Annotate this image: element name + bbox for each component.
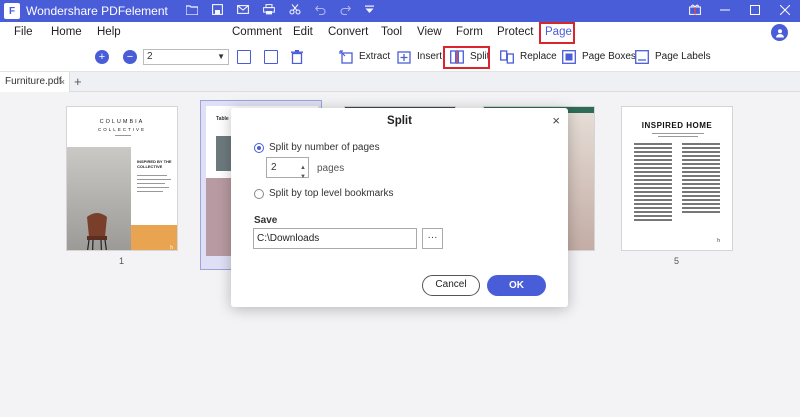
- page1-mark: h: [170, 245, 173, 251]
- menu-home[interactable]: Home: [51, 26, 82, 38]
- page1-heading: INSPIRED BY THE COLLECTIVE: [137, 159, 172, 169]
- page1-title: COLUMBIA: [99, 119, 145, 125]
- extract-icon[interactable]: [339, 50, 353, 64]
- orange-block: h: [131, 225, 177, 251]
- cancel-button[interactable]: Cancel: [422, 275, 480, 296]
- split-by-bookmarks-radio[interactable]: [254, 189, 264, 199]
- page-thumbnail-1[interactable]: COLUMBIA COLLECTIVE INSPIRED BY THE COLL…: [66, 106, 178, 251]
- tab-close-icon[interactable]: ×: [60, 72, 65, 92]
- split-by-pages-radio[interactable]: [254, 143, 264, 153]
- text-line: [137, 179, 171, 180]
- ok-button[interactable]: OK: [487, 275, 546, 296]
- app-logo-icon: F: [4, 3, 20, 19]
- tab-furniture-pdf[interactable]: Furniture.pdf ×: [0, 72, 70, 92]
- page-thumbnail-5[interactable]: INSPIRED HOME h: [621, 106, 733, 251]
- pages-unit-label: pages: [317, 163, 345, 174]
- document-tab-bar: Furniture.pdf × +: [0, 72, 800, 92]
- page-number-select[interactable]: 2 ▼: [143, 49, 229, 65]
- close-icon[interactable]: [770, 0, 800, 22]
- page5-mark: h: [717, 238, 720, 244]
- app-title: Wondershare PDFelement: [26, 4, 168, 18]
- page-boxes-icon[interactable]: [562, 50, 576, 64]
- menu-tool[interactable]: Tool: [381, 26, 402, 38]
- rotate-left-icon[interactable]: [237, 50, 251, 64]
- menu-convert[interactable]: Convert: [328, 26, 368, 38]
- page-number-1: 1: [119, 256, 125, 266]
- add-tab-icon[interactable]: +: [74, 74, 82, 89]
- page2-caption: Table: [216, 116, 229, 122]
- redo-icon[interactable]: [340, 5, 351, 18]
- menu-bar: File Home Help Comment Edit Convert Tool…: [0, 22, 800, 44]
- undo-icon[interactable]: [314, 5, 326, 18]
- menu-protect[interactable]: Protect: [497, 26, 533, 38]
- menu-form[interactable]: Form: [456, 26, 483, 38]
- print-icon[interactable]: [262, 4, 275, 18]
- text-line: [137, 187, 169, 188]
- quick-access-toolbar: [185, 4, 374, 18]
- page-boxes-button[interactable]: Page Boxes: [582, 51, 636, 62]
- save-label: Save: [254, 215, 278, 226]
- menu-view[interactable]: View: [417, 26, 442, 38]
- rotate-right-icon[interactable]: [264, 50, 278, 64]
- menu-comment[interactable]: Comment: [232, 26, 282, 38]
- save-path-input[interactable]: C:\Downloads: [253, 228, 417, 249]
- split-by-bookmarks-label: Split by top level bookmarks: [269, 188, 394, 199]
- page-number-value: 2: [147, 51, 153, 62]
- chair-photo: [67, 147, 131, 250]
- scissors-icon[interactable]: [289, 4, 301, 18]
- page-menu-highlight: [539, 22, 575, 44]
- dialog-title: Split: [387, 115, 412, 127]
- folder-icon[interactable]: [185, 4, 199, 18]
- split-highlight: [443, 46, 490, 69]
- text-line: [658, 136, 698, 137]
- pages-count-stepper[interactable]: 2 ▲ ▼: [266, 157, 309, 180]
- insert-button[interactable]: Insert: [417, 51, 442, 62]
- browse-button[interactable]: ···: [422, 228, 443, 249]
- save-icon[interactable]: [211, 4, 223, 18]
- menu-file[interactable]: File: [14, 26, 33, 38]
- text-line: [115, 135, 131, 136]
- stepper-down-icon[interactable]: ▼: [300, 168, 306, 187]
- minimize-icon[interactable]: [710, 0, 740, 22]
- replace-icon[interactable]: [500, 50, 514, 64]
- text-line: [137, 191, 163, 192]
- maximize-icon[interactable]: [740, 0, 770, 22]
- title-bar: F Wondershare PDFelement: [0, 0, 800, 22]
- zoom-in-button[interactable]: +: [95, 50, 109, 64]
- user-avatar-icon[interactable]: [771, 24, 788, 41]
- page-labels-button[interactable]: Page Labels: [655, 51, 711, 62]
- gift-icon[interactable]: [680, 0, 710, 22]
- menu-edit[interactable]: Edit: [293, 26, 313, 38]
- page1-subtitle: COLLECTIVE: [97, 127, 146, 132]
- menu-help[interactable]: Help: [97, 26, 121, 38]
- pages-count-value: 2: [271, 162, 277, 173]
- text-line: [652, 133, 704, 134]
- text-line: [137, 175, 167, 176]
- tab-label: Furniture.pdf: [5, 76, 62, 87]
- mail-icon[interactable]: [236, 5, 249, 17]
- window-controls: [680, 0, 800, 22]
- chair-illustration: [87, 213, 107, 250]
- dialog-close-icon[interactable]: ×: [552, 113, 560, 128]
- zoom-out-button[interactable]: −: [123, 50, 137, 64]
- page5-text-column-right: [682, 143, 720, 215]
- text-line: [137, 183, 165, 184]
- page5-text-column-left: [634, 143, 672, 223]
- page-labels-icon[interactable]: [635, 50, 649, 64]
- chevron-down-icon: ▼: [217, 52, 225, 61]
- dropdown-icon[interactable]: [364, 5, 374, 17]
- page-toolbar: + − 2 ▼ Extract Insert Split Replace Pag…: [0, 44, 800, 72]
- insert-icon[interactable]: [397, 50, 411, 64]
- page-number-5: 5: [674, 256, 680, 266]
- extract-button[interactable]: Extract: [359, 51, 390, 62]
- page5-title: INSPIRED HOME: [641, 121, 713, 130]
- replace-button[interactable]: Replace: [520, 51, 557, 62]
- split-by-pages-label: Split by number of pages: [269, 142, 380, 153]
- delete-page-icon[interactable]: [291, 50, 305, 65]
- split-dialog: Split × Split by number of pages 2 ▲ ▼ p…: [231, 108, 568, 307]
